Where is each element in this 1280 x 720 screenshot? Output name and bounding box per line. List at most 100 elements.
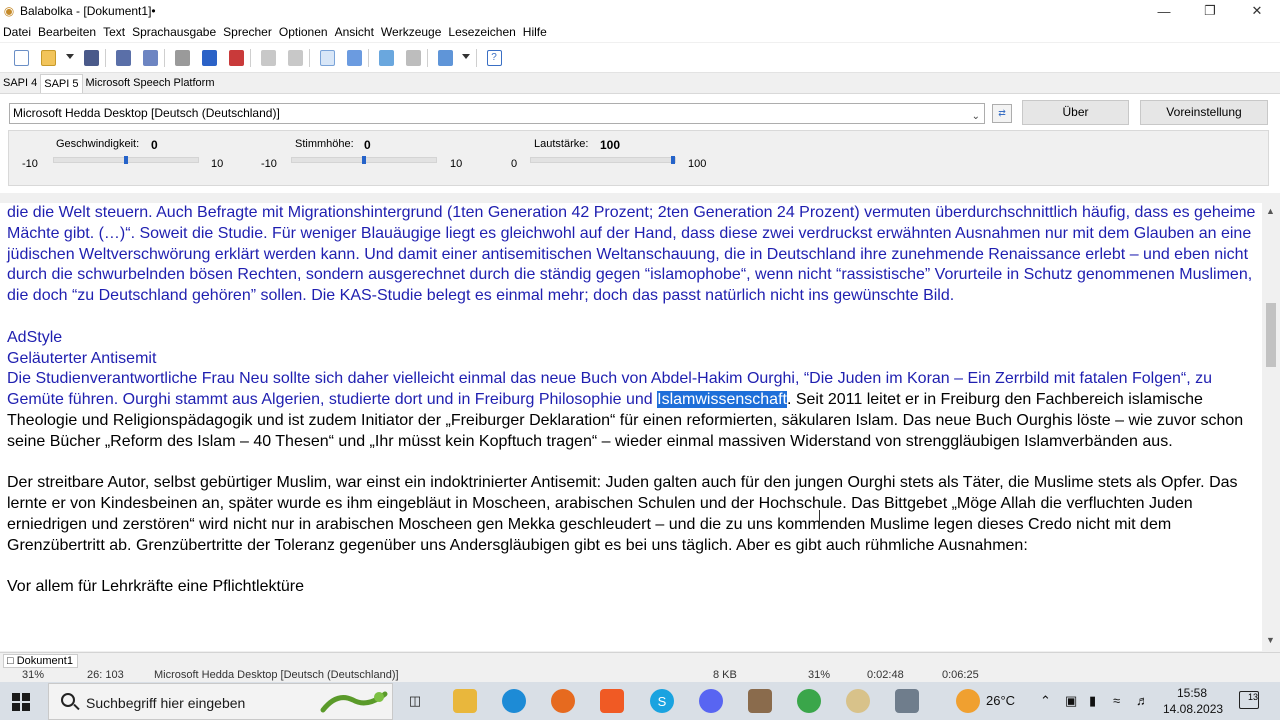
edge-icon[interactable]: [502, 689, 526, 713]
chevron-down-icon[interactable]: ⌄: [972, 107, 980, 126]
windows-taskbar: Suchbegriff hier eingeben ◫ S 26°C ⌃ ▣ ▮…: [0, 682, 1280, 720]
search-placeholder: Suchbegriff hier eingeben: [86, 695, 246, 711]
bookmark-list-icon[interactable]: [403, 48, 423, 68]
voice-select-value: Microsoft Hedda Desktop [Deutsch (Deutsc…: [13, 106, 280, 120]
chevron-up-icon[interactable]: ⌃: [1040, 693, 1051, 709]
voice-swap-button[interactable]: ⇄: [992, 104, 1012, 123]
search-highlight-image: [320, 691, 388, 713]
dictionary-icon[interactable]: [344, 48, 364, 68]
menu-sprecher[interactable]: Sprecher: [220, 22, 276, 42]
menu-hilfe[interactable]: Hilfe: [520, 22, 551, 42]
file-explorer-icon[interactable]: [453, 689, 477, 713]
spell-check-icon[interactable]: [317, 48, 337, 68]
tab-sapi4[interactable]: SAPI 4: [0, 74, 40, 93]
open-dropdown-icon[interactable]: [66, 54, 74, 59]
pitch-slider[interactable]: [291, 156, 437, 164]
menu-text[interactable]: Text: [100, 22, 129, 42]
menu-sprachausgabe[interactable]: Sprachausgabe: [129, 22, 220, 42]
app-icon-gray[interactable]: [895, 689, 919, 713]
balabolka-taskbar-icon[interactable]: [846, 689, 870, 713]
meet-now-icon[interactable]: ▣: [1065, 693, 1077, 709]
help-icon[interactable]: ?: [484, 48, 504, 68]
document-tabs: □ Dokument1: [0, 652, 1280, 668]
paragraph-4: Vor allem für Lehrkräfte eine Pflichtlek…: [7, 578, 305, 596]
paragraph-3: Der streitbare Autor, selbst gebürtiger …: [7, 474, 1238, 554]
skip-back-icon[interactable]: [258, 48, 278, 68]
wifi-icon[interactable]: ≈: [1113, 693, 1120, 708]
weather-temperature[interactable]: 26°C: [986, 693, 1015, 708]
menu-werkzeuge[interactable]: Werkzeuge: [378, 22, 445, 42]
toolbar-separator: [427, 49, 428, 67]
minimize-button[interactable]: —: [1141, 0, 1187, 22]
menu-optionen[interactable]: Optionen: [276, 22, 332, 42]
scroll-down-icon[interactable]: ▼: [1266, 635, 1275, 645]
volume-slider[interactable]: [530, 156, 676, 164]
status-size: 8 KB: [713, 669, 737, 681]
task-view-icon[interactable]: ◫: [403, 689, 427, 713]
skip-forward-icon[interactable]: [285, 48, 305, 68]
paragraph-2: Die Studienverantwortliche Frau Neu soll…: [7, 369, 1256, 452]
close-button[interactable]: ✕: [1234, 0, 1280, 22]
status-elapsed: 0:02:48: [867, 669, 904, 681]
firefox-icon[interactable]: [551, 689, 575, 713]
open-folder-icon[interactable]: [38, 48, 58, 68]
stop-icon[interactable]: [226, 48, 246, 68]
toolbar-separator: [250, 49, 251, 67]
scroll-up-icon[interactable]: ▲: [1266, 206, 1275, 216]
vertical-scrollbar[interactable]: ▲ ▼: [1262, 203, 1280, 651]
taskbar-search[interactable]: Suchbegriff hier eingeben: [48, 683, 393, 720]
volume-icon[interactable]: ♬: [1136, 693, 1149, 708]
pitch-slider-thumb[interactable]: [362, 156, 366, 164]
split-audio-icon[interactable]: [140, 48, 160, 68]
menu-ansicht[interactable]: Ansicht: [332, 22, 378, 42]
speed-slider-thumb[interactable]: [124, 156, 128, 164]
balabolka-window: ◉ Balabolka - [Dokument1]• — ❐ ✕ Datei B…: [0, 0, 1280, 682]
current-word-highlight: Islamwissenschaft: [657, 391, 787, 409]
menu-lesezeichen[interactable]: Lesezeichen: [445, 22, 519, 42]
bookmark-icon[interactable]: [376, 48, 396, 68]
notification-count: 13: [1247, 692, 1258, 702]
voice-sliders: Geschwindigkeit: 0 -10 10 Stimmhöhe: 0 -…: [8, 130, 1269, 186]
app-icon-brown[interactable]: [748, 689, 772, 713]
tab-speech-platform[interactable]: Microsoft Speech Platform: [83, 74, 218, 93]
menu-bearbeiten[interactable]: Bearbeiten: [35, 22, 100, 42]
volume-slider-thumb[interactable]: [671, 156, 675, 164]
new-document-icon[interactable]: [11, 48, 31, 68]
discord-icon[interactable]: [699, 689, 723, 713]
status-position: 26: 103: [87, 669, 124, 681]
notification-icon[interactable]: 13: [1239, 691, 1259, 709]
volume-value: 100: [600, 138, 621, 152]
preset-button[interactable]: Voreinstellung: [1140, 100, 1268, 125]
voice-settings-icon[interactable]: [435, 48, 455, 68]
tab-dokument1-label: Dokument1: [16, 655, 73, 667]
speed-slider[interactable]: [53, 156, 199, 164]
clock-time: 15:58: [1176, 686, 1208, 700]
weather-icon[interactable]: [956, 689, 980, 713]
clock-date: 14.08.2023: [1163, 702, 1224, 716]
battery-icon[interactable]: ▮: [1089, 693, 1096, 709]
document-editor[interactable]: die die Welt steuern. Auch Befragte mit …: [0, 203, 1262, 651]
play-icon[interactable]: [172, 48, 192, 68]
speed-label: Geschwindigkeit:: [56, 138, 140, 150]
toolbar-separator: [309, 49, 310, 67]
scrollbar-thumb[interactable]: [1266, 303, 1276, 367]
pitch-max: 10: [450, 158, 463, 170]
voice-panel: Microsoft Hedda Desktop [Deutsch (Deutsc…: [0, 93, 1280, 193]
save-audio-icon[interactable]: [113, 48, 133, 68]
skype-icon[interactable]: S: [650, 689, 674, 713]
voice-settings-dropdown-icon[interactable]: [462, 54, 470, 59]
menu-datei[interactable]: Datei: [0, 22, 35, 42]
tab-sapi5[interactable]: SAPI 5: [40, 74, 83, 93]
taskbar-clock[interactable]: 15:58 14.08.2023: [1163, 685, 1224, 717]
voice-select[interactable]: Microsoft Hedda Desktop [Deutsch (Deutsc…: [9, 103, 985, 124]
windows-start-icon[interactable]: [12, 693, 30, 711]
brave-icon[interactable]: [600, 689, 624, 713]
about-button[interactable]: Über: [1022, 100, 1129, 125]
app-icon-green[interactable]: [797, 689, 821, 713]
restore-button[interactable]: ❐: [1187, 0, 1233, 22]
save-icon[interactable]: [81, 48, 101, 68]
speed-min: -10: [22, 158, 38, 170]
pause-icon[interactable]: [199, 48, 219, 68]
tab-dokument1[interactable]: □ Dokument1: [3, 654, 78, 668]
speech-api-tabs: SAPI 4 SAPI 5 Microsoft Speech Platform: [0, 74, 1280, 93]
